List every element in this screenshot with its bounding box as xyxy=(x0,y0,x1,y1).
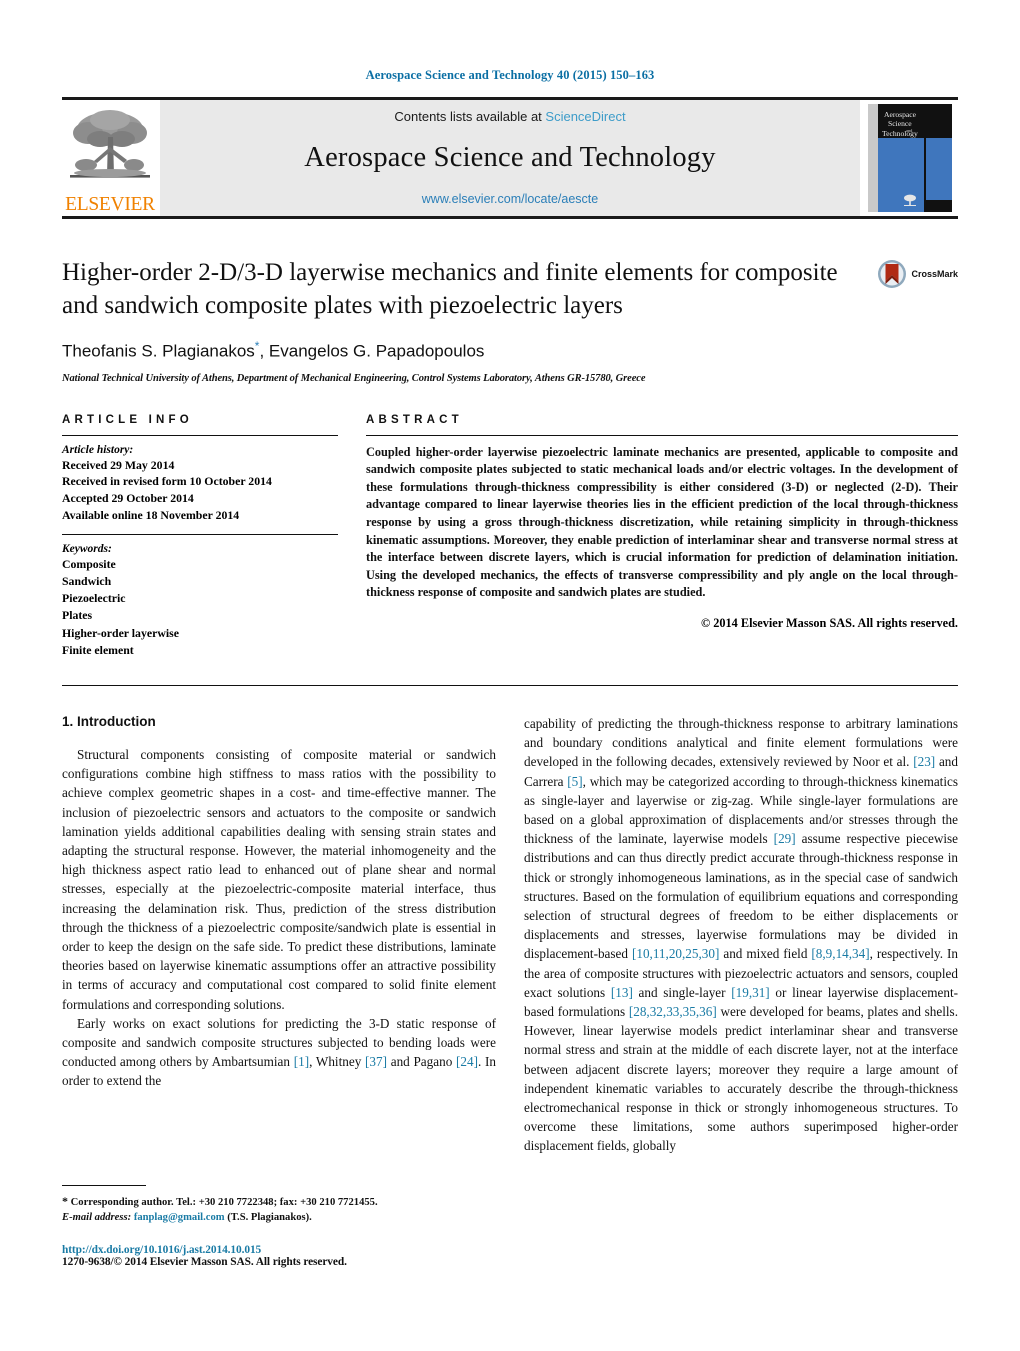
article-info-column: ARTICLE INFO Article history: Received 2… xyxy=(62,414,338,659)
paragraph-text: and single-layer xyxy=(632,984,732,1000)
article-history-list: Received 29 May 2014 Received in revised… xyxy=(62,457,338,524)
abstract-text: Coupled higher-order layerwise piezoelec… xyxy=(366,444,958,600)
citation-link[interactable]: [28,32,33,35,36] xyxy=(629,1004,717,1019)
abstract-column: ABSTRACT Coupled higher-order layerwise … xyxy=(366,414,958,659)
paragraph-text: , Whitney xyxy=(309,1054,366,1070)
article-info-heading: ARTICLE INFO xyxy=(62,413,193,426)
history-item: Received 29 May 2014 xyxy=(62,457,175,472)
journal-title: Aerospace Science and Technology xyxy=(304,142,716,173)
article-history-label: Article history: xyxy=(62,443,134,456)
author-list: Theofanis S. Plagianakos*, Evangelos G. … xyxy=(62,339,958,362)
journal-masthead: ELSEVIER Contents lists available at Sci… xyxy=(62,97,958,219)
doi-block: http://dx.doi.org/10.1016/j.ast.2014.10.… xyxy=(62,1244,494,1268)
citation-link[interactable]: [8,9,14,34] xyxy=(811,946,869,961)
citation-link[interactable]: [13] xyxy=(611,985,633,1000)
paragraph: Structural components consisting of comp… xyxy=(62,746,496,1012)
keyword-item: Piezoelectric xyxy=(62,591,126,606)
affiliation: National Technical University of Athens,… xyxy=(62,372,646,384)
divider xyxy=(62,434,338,436)
footnote-block: * Corresponding author. Tel.: +30 210 77… xyxy=(62,1185,494,1268)
citation-link[interactable]: [1] xyxy=(294,1054,309,1069)
crossmark-icon xyxy=(878,260,907,288)
citation-link[interactable]: [29] xyxy=(774,831,796,846)
journal-cover-thumbnail: Aerospace Science and Technology xyxy=(862,100,958,216)
elsevier-logo: ELSEVIER xyxy=(62,100,158,216)
paragraph-text: assume respective piecewise distribution… xyxy=(524,831,959,962)
keywords-list: Composite Sandwich Piezoelectric Plates … xyxy=(62,556,338,659)
email-label: E-mail address: xyxy=(62,1212,132,1224)
abstract-copyright: © 2014 Elsevier Masson SAS. All rights r… xyxy=(700,615,958,630)
corresponding-author-note: * Corresponding author. Tel.: +30 210 77… xyxy=(62,1193,494,1210)
keyword-item: Sandwich xyxy=(62,573,112,588)
history-item: Available online 18 November 2014 xyxy=(62,507,240,522)
paragraph-text: and Pagano xyxy=(387,1054,457,1070)
email-note: E-mail address: fanplag@gmail.com (T.S. … xyxy=(62,1210,494,1225)
author-primary: Theofanis S. Plagianakos xyxy=(62,341,255,361)
corresponding-author-text: Corresponding author. Tel.: +30 210 7722… xyxy=(70,1197,378,1208)
journal-reference: Aerospace Science and Technology 40 (201… xyxy=(365,68,655,82)
svg-text:Technology: Technology xyxy=(882,129,918,138)
citation-link[interactable]: [10,11,20,25,30] xyxy=(632,946,719,961)
svg-text:Science: Science xyxy=(888,119,912,128)
citation-link[interactable]: [5] xyxy=(567,774,582,789)
doi-link[interactable]: http://dx.doi.org/10.1016/j.ast.2014.10.… xyxy=(62,1244,494,1256)
abstract-heading: ABSTRACT xyxy=(366,413,463,426)
title-block: Higher-order 2-D/3-D layerwise mechanics… xyxy=(62,257,958,384)
contents-prefix: Contents lists available at xyxy=(394,109,546,124)
elsevier-wordmark: ELSEVIER xyxy=(65,193,155,215)
page-title: Higher-order 2-D/3-D layerwise mechanics… xyxy=(62,259,838,319)
paragraph-text: were developed for beams, plates and she… xyxy=(524,1004,958,1154)
body-column-left: 1. Introduction Structural components co… xyxy=(62,714,496,1156)
divider xyxy=(62,1185,146,1186)
elsevier-tree-icon xyxy=(64,103,156,195)
citation-link[interactable]: [19,31] xyxy=(731,985,769,1000)
info-abstract-section: ARTICLE INFO Article history: Received 2… xyxy=(62,414,958,659)
crossmark-label: CrossMark xyxy=(911,269,958,279)
paragraph-with-citations: capability of predicting the through-thi… xyxy=(524,714,958,1156)
citation-link[interactable]: [23] xyxy=(913,754,935,769)
keyword-item: Composite xyxy=(62,556,116,571)
paragraph-text: capability of predicting the through-thi… xyxy=(524,715,958,770)
email-link[interactable]: fanplag@gmail.com xyxy=(134,1212,225,1223)
author-secondary: , Evangelos G. Papadopoulos xyxy=(259,341,485,361)
citation-link[interactable]: [37] xyxy=(365,1054,387,1069)
footnote-star-icon: * xyxy=(62,1194,68,1208)
keywords-label: Keywords: xyxy=(62,542,112,555)
citation-link[interactable]: [24] xyxy=(456,1054,478,1069)
keyword-item: Finite element xyxy=(62,642,134,657)
history-item: Accepted 29 October 2014 xyxy=(62,491,194,506)
contents-available-line: Contents lists available at ScienceDirec… xyxy=(394,109,625,124)
body-column-right: capability of predicting the through-thi… xyxy=(524,714,958,1156)
paper-page: Aerospace Science and Technology 40 (201… xyxy=(0,0,1020,1351)
paragraph-text: and mixed field xyxy=(719,946,812,962)
contents-panel: Contents lists available at ScienceDirec… xyxy=(160,100,860,216)
email-owner: (T.S. Plagianakos). xyxy=(227,1212,312,1224)
journal-homepage-link[interactable]: www.elsevier.com/locate/aescte xyxy=(422,192,598,206)
divider xyxy=(62,533,338,535)
history-item: Received in revised form 10 October 2014 xyxy=(62,474,272,489)
keyword-item: Plates xyxy=(62,608,93,623)
divider xyxy=(62,684,958,686)
body-columns: 1. Introduction Structural components co… xyxy=(62,714,958,1156)
svg-text:Aerospace: Aerospace xyxy=(884,110,917,119)
section-heading-introduction: 1. Introduction xyxy=(62,713,156,729)
paragraph-with-citations: Early works on exact solutions for predi… xyxy=(62,1014,496,1091)
sciencedirect-link[interactable]: ScienceDirect xyxy=(545,109,625,124)
issn-copyright-line: 1270-9638/© 2014 Elsevier Masson SAS. Al… xyxy=(62,1255,347,1268)
divider xyxy=(366,434,958,436)
keyword-item: Higher-order layerwise xyxy=(62,625,179,640)
crossmark-badge[interactable]: CrossMark xyxy=(877,259,958,289)
